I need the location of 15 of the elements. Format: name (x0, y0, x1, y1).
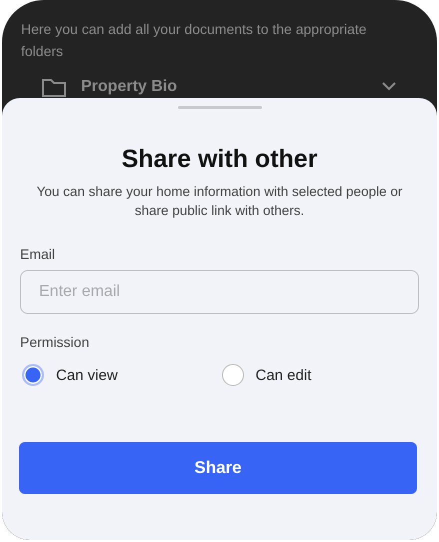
option-label: Can view (56, 366, 118, 384)
radio-button[interactable] (22, 364, 44, 386)
sheet-subtitle: You can share your home information with selected people or share public link with others. (36, 183, 404, 220)
share-button[interactable]: Share (19, 442, 417, 494)
folder-name: Property Bio (81, 78, 178, 96)
chevron-icon (381, 81, 397, 93)
sheet-title: Share with other (120, 145, 318, 174)
drag-handle[interactable] (178, 106, 262, 109)
option-label: Can edit (256, 366, 312, 384)
permission-label: Permission (20, 334, 90, 350)
email-field[interactable]: Enter email (20, 270, 419, 314)
folder-icon (41, 76, 67, 98)
radio-button[interactable] (222, 364, 244, 386)
email-label: Email (20, 246, 56, 262)
description-text: Here you can add all your documents to the appropriate folders (21, 20, 368, 61)
